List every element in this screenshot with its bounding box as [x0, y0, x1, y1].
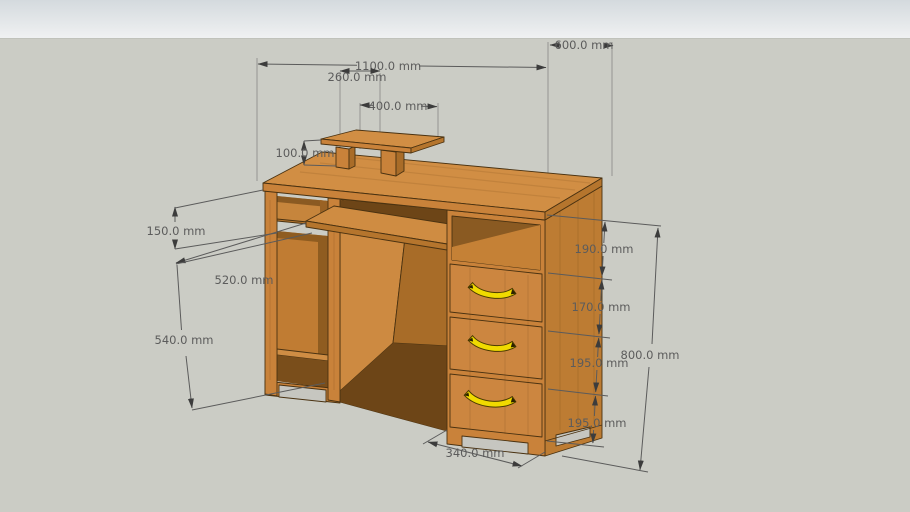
dim-190-label: 190.0 mm: [575, 242, 634, 256]
desk-3d-scene: 1100.0 mm 600.0 mm 260.0 mm 400.0 mm 100…: [0, 0, 910, 512]
dim-400-label: 400.0 mm: [369, 99, 428, 113]
dim-100-label: 100.0 mm: [276, 146, 335, 160]
dim-195b-label: 195.0 mm: [568, 416, 627, 430]
dim-340-label: 340.0 mm: [446, 446, 505, 460]
dim-600-label: 600.0 mm: [555, 38, 614, 52]
stand-left-support-side: [349, 146, 355, 169]
dim-540-label: 540.0 mm: [155, 333, 214, 347]
dim-stand-width: 400.0 mm: [360, 99, 437, 113]
model-viewport[interactable]: 1100.0 mm 600.0 mm 260.0 mm 400.0 mm 100…: [0, 0, 910, 512]
dim-520-label: 520.0 mm: [215, 273, 274, 287]
dim-260-label: 260.0 mm: [328, 70, 387, 84]
dim-top-depth: 600.0 mm: [550, 38, 613, 52]
stand-left-support: [336, 147, 349, 169]
dim-800-label: 800.0 mm: [621, 348, 680, 362]
stand-right-support: [381, 150, 396, 176]
dim-170-label: 170.0 mm: [572, 300, 631, 314]
sky: [0, 0, 910, 40]
dim-stand-offset: 260.0 mm: [328, 70, 387, 84]
dim-150-label: 150.0 mm: [147, 224, 206, 238]
left-stile: [265, 191, 277, 396]
